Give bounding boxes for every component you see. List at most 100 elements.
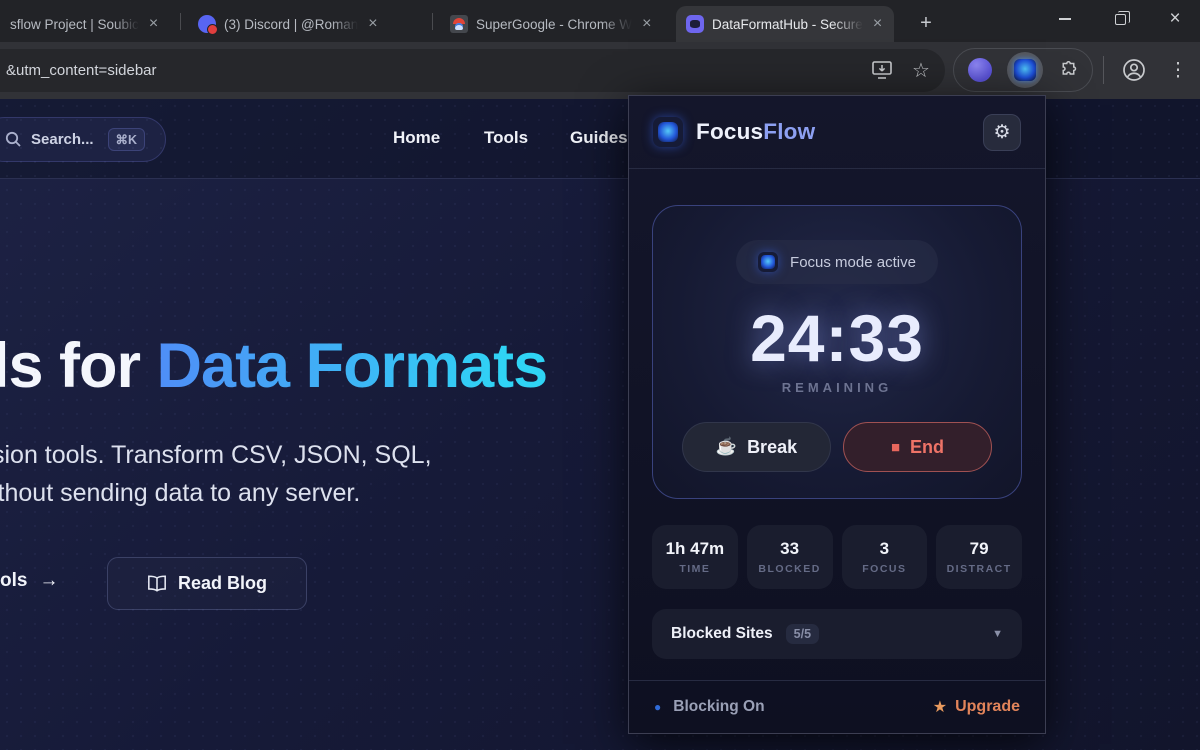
url-text[interactable]: &utm_content=sidebar — [6, 62, 157, 79]
timer-countdown: 24:33 — [653, 300, 1021, 376]
focusflow-mini-icon — [758, 252, 778, 272]
end-button[interactable]: ■ End — [843, 422, 992, 472]
search-input[interactable]: Search... ⌘K — [0, 117, 166, 162]
tab-title: DataFormatHub - Secure — [712, 17, 863, 32]
read-blog-label: Read Blog — [178, 573, 267, 594]
tab-close-icon[interactable]: × — [149, 16, 158, 32]
blocking-status-dot-icon: ● — [654, 700, 661, 714]
extensions-puzzle-icon[interactable] — [1058, 60, 1079, 81]
window-minimize-button[interactable] — [1040, 0, 1090, 38]
tab-discord[interactable]: (3) Discord | @Roman × — [188, 6, 426, 42]
new-tab-button[interactable]: + — [912, 9, 940, 37]
stat-value: 3 — [880, 539, 889, 559]
remaining-label: REMAINING — [653, 380, 1021, 395]
break-button[interactable]: ☕ Break — [682, 422, 831, 472]
title-part1: Focus — [696, 119, 763, 144]
stat-blocked: 33 BLOCKED — [747, 525, 833, 589]
book-icon — [147, 575, 167, 592]
stat-value: 79 — [970, 539, 989, 559]
blocked-sites-dropdown[interactable]: Blocked Sites 5/5 ▼ — [652, 609, 1022, 659]
focus-mode-status-pill: Focus mode active — [736, 240, 938, 284]
extensions-pill — [953, 48, 1093, 92]
search-icon — [5, 131, 22, 148]
explore-tools-button-cut[interactable]: ols → — [0, 570, 58, 592]
stat-focus: 3 FOCUS — [842, 525, 928, 589]
tab-dataformathub-active[interactable]: DataFormatHub - Secure × — [676, 6, 894, 42]
bookmark-star-icon[interactable]: ☆ — [905, 54, 937, 86]
tab-close-icon[interactable]: × — [642, 16, 651, 32]
focusflow-extension-active-icon[interactable] — [1007, 52, 1043, 88]
profile-avatar[interactable] — [1118, 54, 1150, 86]
menu-kebab-icon[interactable]: ⋮ — [1162, 54, 1194, 86]
search-placeholder: Search... — [31, 131, 94, 148]
restore-icon — [1115, 14, 1126, 25]
end-label: End — [910, 437, 944, 458]
stat-label: DISTRACT — [947, 563, 1012, 575]
nav-link-guides[interactable]: Guides — [570, 128, 628, 148]
tab-title: (3) Discord | @Roman — [224, 17, 358, 32]
break-label: Break — [747, 437, 797, 458]
stop-square-icon: ■ — [891, 439, 900, 456]
install-app-icon[interactable] — [866, 54, 898, 86]
nav-link-home[interactable]: Home — [393, 128, 440, 148]
arrow-right-icon: → — [39, 570, 58, 592]
focusflow-icon — [1014, 59, 1036, 81]
stat-value: 33 — [780, 539, 799, 559]
stat-time: 1h 47m TIME — [652, 525, 738, 589]
browser-chrome: sflow Project | Soubic × (3) Discord | @… — [0, 0, 1200, 99]
blocking-status-label: Blocking On — [673, 698, 764, 716]
status-pill-label: Focus mode active — [790, 254, 916, 271]
hero-title: ls for Data Formats — [0, 330, 547, 402]
supergoogle-favicon-icon — [450, 15, 468, 33]
hero-subtitle-line1: sion tools. Transform CSV, JSON, SQL, — [0, 436, 432, 474]
gear-icon: ⚙ — [993, 121, 1010, 144]
window-close-button[interactable]: × — [1150, 0, 1200, 38]
tab-strip: sflow Project | Soubic × (3) Discord | @… — [0, 0, 1200, 42]
tab-supergoogle[interactable]: SuperGoogle - Chrome W × — [440, 6, 672, 42]
tab-close-icon[interactable]: × — [873, 16, 882, 32]
hero-title-accent: Data Formats — [157, 331, 548, 401]
purple-extension-icon[interactable] — [968, 58, 992, 82]
popup-body: Focus mode active 24:33 REMAINING ☕ Brea… — [629, 205, 1045, 659]
chevron-down-icon: ▼ — [992, 628, 1003, 640]
title-part2: Flow — [763, 119, 815, 144]
minimize-icon — [1059, 18, 1071, 20]
stat-distract: 79 DISTRACT — [936, 525, 1022, 589]
address-bar[interactable]: &utm_content=sidebar — [0, 49, 945, 92]
discord-favicon-icon — [198, 15, 216, 33]
upgrade-star-icon: ★ — [933, 697, 947, 717]
tab-flow-project[interactable]: sflow Project | Soubic × — [0, 6, 178, 42]
hero-subtitle-line2: ithout sending data to any server. — [0, 474, 432, 512]
stat-label: TIME — [679, 563, 710, 575]
tab-title: sflow Project | Soubic — [10, 17, 139, 32]
star-glyph: ☆ — [912, 58, 930, 83]
cta-label: ols — [0, 570, 27, 592]
tab-close-icon[interactable]: × — [368, 16, 377, 32]
browser-toolbar: &utm_content=sidebar ☆ ⋮ — [0, 42, 1200, 99]
tab-title: SuperGoogle - Chrome W — [476, 17, 632, 32]
focusflow-extension-popup: FocusFlow ⚙ Focus mode active 24:33 REMA… — [628, 95, 1046, 734]
tab-separator — [432, 13, 433, 30]
blocked-sites-count-badge: 5/5 — [786, 624, 819, 644]
stat-label: BLOCKED — [758, 563, 820, 575]
nav-link-tools[interactable]: Tools — [484, 128, 528, 148]
close-icon: × — [1169, 8, 1180, 30]
kebab-glyph: ⋮ — [1169, 59, 1188, 82]
timer-card: Focus mode active 24:33 REMAINING ☕ Brea… — [652, 205, 1022, 499]
timer-buttons-row: ☕ Break ■ End — [653, 422, 1021, 472]
popup-header: FocusFlow ⚙ — [629, 96, 1045, 169]
window-restore-button[interactable] — [1095, 0, 1145, 38]
tab-separator — [180, 13, 181, 30]
toolbar-separator — [1103, 56, 1104, 84]
popup-footer: ● Blocking On ★ Upgrade — [629, 680, 1045, 733]
focusflow-logo-icon — [653, 117, 683, 147]
stat-value: 1h 47m — [666, 539, 725, 559]
hero-subtitle: sion tools. Transform CSV, JSON, SQL, it… — [0, 436, 432, 512]
hero-title-plain: ls for — [0, 331, 157, 401]
popup-title: FocusFlow — [696, 119, 815, 145]
read-blog-button[interactable]: Read Blog — [107, 557, 307, 610]
stat-label: FOCUS — [862, 563, 906, 575]
settings-button[interactable]: ⚙ — [983, 114, 1021, 151]
search-shortcut-badge: ⌘K — [108, 128, 146, 151]
upgrade-link[interactable]: Upgrade — [955, 698, 1020, 716]
